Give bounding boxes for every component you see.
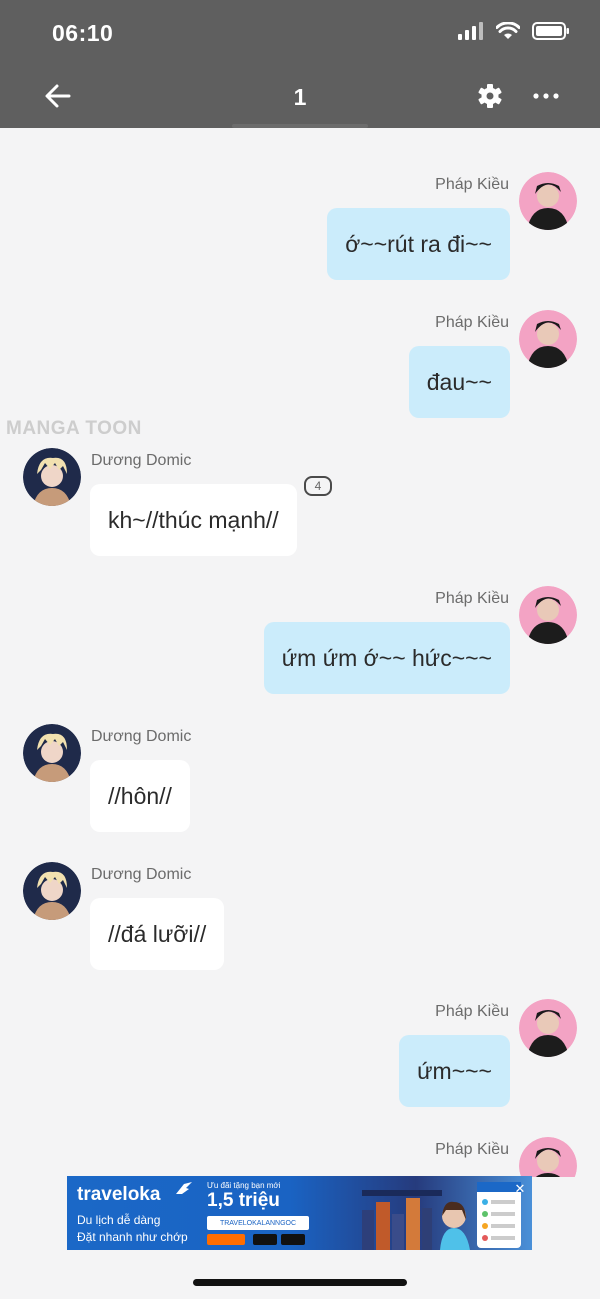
message-item: Dương Domic //hôn// [0, 724, 600, 836]
more-options-button[interactable] [530, 80, 562, 112]
sender-name: Pháp Kiều [435, 590, 509, 607]
message-item: Pháp Kiều đau~~ [0, 310, 600, 422]
header-divider [232, 124, 368, 128]
city-skyline-image [362, 1190, 470, 1250]
reaction-count-badge[interactable]: 4 [304, 476, 332, 496]
wifi-icon [496, 22, 520, 39]
ad-line-2: Đặt nhanh như chớp [77, 1230, 188, 1244]
google-play-badge[interactable] [281, 1234, 305, 1245]
message-item: Dương Domic //đá lưỡi// [0, 862, 600, 974]
message-bubble[interactable]: ớ~~rút ra đi~~ [327, 208, 510, 280]
avatar[interactable] [23, 862, 81, 920]
sender-name: Dương Domic [91, 866, 192, 883]
message-bubble[interactable]: đau~~ [408, 346, 510, 418]
message-item: Pháp Kiều ứm ứm ớ~~ hức~~~ [0, 586, 600, 698]
app-store-badge[interactable] [253, 1234, 277, 1245]
signal-icon [458, 22, 483, 40]
page-title: 1 [293, 84, 307, 110]
avatar[interactable] [519, 586, 577, 644]
sender-name: Dương Domic [91, 728, 192, 745]
ad-banner[interactable]: traveloka Du lịch dễ dàng Đặt nhanh như … [67, 1176, 532, 1250]
sender-name: Dương Domic [91, 452, 192, 469]
battery-icon [532, 22, 569, 40]
avatar[interactable] [519, 999, 577, 1057]
message-item: Dương Domic kh~//thúc mạnh// 4 [0, 448, 600, 560]
bird-logo-icon [176, 1182, 192, 1194]
home-indicator [193, 1279, 407, 1286]
status-icons [458, 22, 570, 40]
ad-brand: traveloka [77, 1184, 161, 1205]
message-bubble[interactable]: ứm ứm ớ~~ hức~~~ [263, 622, 510, 694]
message-bubble[interactable]: //hôn// [90, 760, 190, 832]
gear-icon [478, 84, 502, 108]
ad-promo-code: TRAVELOKALANNGOC [207, 1216, 309, 1230]
status-time: 06:10 [52, 20, 114, 46]
ad-line-1: Du lịch dễ dàng [77, 1213, 161, 1227]
message-item: Pháp Kiều ớ~~rút ra đi~~ [0, 172, 600, 284]
avatar[interactable] [23, 724, 81, 782]
message-bubble[interactable]: //đá lưỡi// [90, 898, 225, 970]
sender-name: Pháp Kiều [435, 314, 509, 331]
sender-name: Pháp Kiều [435, 176, 509, 193]
sender-name: Pháp Kiều [435, 1141, 509, 1158]
message-item: Pháp Kiều ứm~~~ [0, 999, 600, 1111]
avatar[interactable] [519, 1137, 577, 1177]
avatar[interactable] [519, 172, 577, 230]
sender-name: Pháp Kiều [435, 1003, 509, 1020]
ad-promo-amount: 1,5 triệu [207, 1190, 280, 1211]
ad-cta-button[interactable] [207, 1234, 245, 1245]
message-item: Pháp Kiều [0, 1137, 600, 1177]
message-bubble[interactable]: kh~//thúc mạnh// [90, 484, 297, 556]
ad-close-icon[interactable]: ✕ [513, 1182, 527, 1196]
ad-promo-caption: Ưu đãi tặng bạn mới [207, 1181, 281, 1190]
message-bubble[interactable]: ứm~~~ [399, 1035, 510, 1107]
top-bar: 06:10 1 [0, 0, 600, 128]
settings-button[interactable] [474, 80, 506, 112]
avatar[interactable] [23, 448, 81, 506]
more-dots-icon [533, 93, 559, 99]
avatar[interactable] [519, 310, 577, 368]
